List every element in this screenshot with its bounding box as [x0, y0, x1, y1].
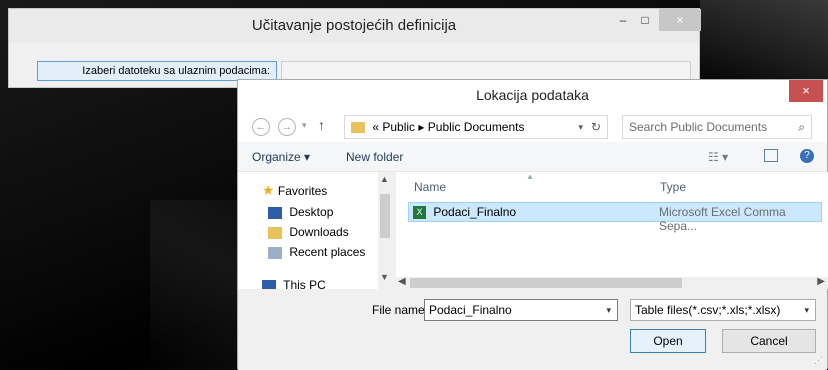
filter-dropdown-icon[interactable]: ▾ [804, 300, 809, 320]
dialog-titlebar: Lokacija podataka × [238, 80, 827, 110]
dialog-toolbar: Organize ▾ New folder ☷ ▾ ? [238, 142, 827, 172]
nav-item-label: This PC [283, 278, 326, 289]
scrollbar-thumb[interactable] [380, 194, 390, 238]
scrollbar-thumb[interactable] [410, 278, 682, 288]
choose-input-file-button[interactable]: Izaberi datoteku sa ulaznim podacima: [37, 61, 277, 81]
file-name-input[interactable]: Podaci_Finalno ▾ [424, 299, 618, 321]
nav-item-label: Downloads [289, 225, 349, 239]
new-folder-button[interactable]: New folder [346, 150, 403, 164]
desktop-shape [700, 0, 828, 80]
close-button[interactable]: × [659, 9, 701, 31]
column-header-name[interactable]: Name [414, 180, 446, 194]
file-name-label: File name: [372, 303, 429, 317]
input-file-path-field[interactable] [281, 61, 691, 81]
folder-icon [351, 122, 365, 134]
recent-places-icon [268, 246, 282, 259]
refresh-icon[interactable]: ↻ [591, 116, 601, 138]
breadcrumb-prefix: « [372, 120, 380, 134]
window-title: Učitavanje postojećih definicija [9, 9, 699, 43]
downloads-icon [268, 226, 282, 239]
view-options-icon[interactable]: ☷ ▾ [708, 150, 728, 164]
address-bar[interactable]: « Public ▸ Public Documents ▾ ↻ [344, 115, 608, 139]
file-row[interactable]: X Podaci_Finalno Microsoft Excel Comma S… [408, 202, 822, 233]
cancel-button[interactable]: Cancel [722, 329, 816, 353]
nav-item-label: Recent places [289, 245, 366, 259]
scroll-left-icon[interactable]: ◀ [398, 276, 406, 287]
history-dropdown-icon[interactable]: ▾ [302, 120, 307, 131]
file-list: Name ▲ Type X Podaci_Finalno Microsoft E… [396, 172, 828, 277]
search-icon[interactable]: ⌕ [798, 116, 805, 138]
file-type-filter-value: Table files(*.csv;*.xls;*.xlsx) [635, 303, 781, 317]
dialog-title: Lokacija podataka [476, 87, 589, 103]
sort-arrow-icon: ▲ [526, 172, 534, 181]
dialog-close-button[interactable]: × [789, 80, 823, 102]
open-button[interactable]: Open [630, 329, 706, 353]
nav-item-recent-places[interactable]: Recent places [268, 244, 365, 260]
desktop-icon [268, 206, 282, 219]
back-arrow-icon[interactable]: ← [252, 118, 270, 136]
file-type-filter-select[interactable]: Table files(*.csv;*.xls;*.xlsx) ▾ [630, 299, 816, 321]
file-name: Podaci_Finalno [433, 205, 517, 219]
nav-favorites-label: Favorites [277, 184, 328, 198]
forward-arrow-icon[interactable]: → [278, 118, 296, 136]
navigation-bar: ← → ▾ ↑ « Public ▸ Public Documents ▾ ↻ … [238, 110, 827, 142]
breadcrumb-public-documents[interactable]: Public Documents [428, 120, 525, 134]
star-icon: ★ [262, 182, 275, 198]
organize-menu[interactable]: Organize ▾ [252, 150, 310, 164]
nav-item-desktop[interactable]: Desktop [268, 204, 333, 220]
computer-icon [262, 279, 276, 289]
preview-pane-icon[interactable] [764, 149, 778, 162]
scroll-right-icon[interactable]: ▶ [817, 276, 825, 287]
file-list-hscrollbar[interactable]: ◀ ▶ [396, 276, 828, 289]
scroll-down-icon[interactable]: ▼ [380, 272, 389, 282]
dialog-footer: File name: Podaci_Finalno ▾ Table files(… [238, 289, 827, 370]
nav-pane-scrollbar[interactable]: ▲ ▼ [378, 172, 392, 289]
breadcrumb-public[interactable]: Public [382, 120, 415, 134]
nav-item-label: Desktop [289, 205, 334, 219]
address-dropdown-icon[interactable]: ▾ [578, 116, 583, 138]
help-icon[interactable]: ? [800, 149, 814, 163]
resize-grip-icon[interactable]: ⋰ [814, 355, 823, 366]
excel-file-icon: X [413, 206, 426, 220]
nav-favorites[interactable]: ★ Favorites [262, 182, 327, 199]
file-type: Microsoft Excel Comma Sepa... [659, 205, 786, 233]
file-name-dropdown-icon[interactable]: ▾ [606, 300, 611, 320]
file-name-value: Podaci_Finalno [429, 303, 512, 317]
nav-item-downloads[interactable]: Downloads [268, 224, 349, 240]
up-arrow-icon[interactable]: ↑ [318, 117, 325, 133]
background-window: Učitavanje postojećih definicija – □ × I… [8, 8, 701, 88]
navigation-pane: ★ Favorites Desktop Downloads Recent pla… [238, 172, 392, 289]
file-open-dialog: Lokacija podataka × ← → ▾ ↑ « Public ▸ P… [237, 79, 828, 370]
search-placeholder: Search Public Documents [629, 120, 768, 134]
search-input[interactable]: Search Public Documents ⌕ [622, 115, 812, 139]
nav-item-this-pc[interactable]: This PC [262, 277, 326, 289]
breadcrumb-separator-icon: ▸ [418, 120, 425, 134]
maximize-button[interactable]: □ [631, 9, 659, 31]
scroll-up-icon[interactable]: ▲ [380, 174, 389, 184]
column-header-type[interactable]: Type [660, 180, 686, 194]
